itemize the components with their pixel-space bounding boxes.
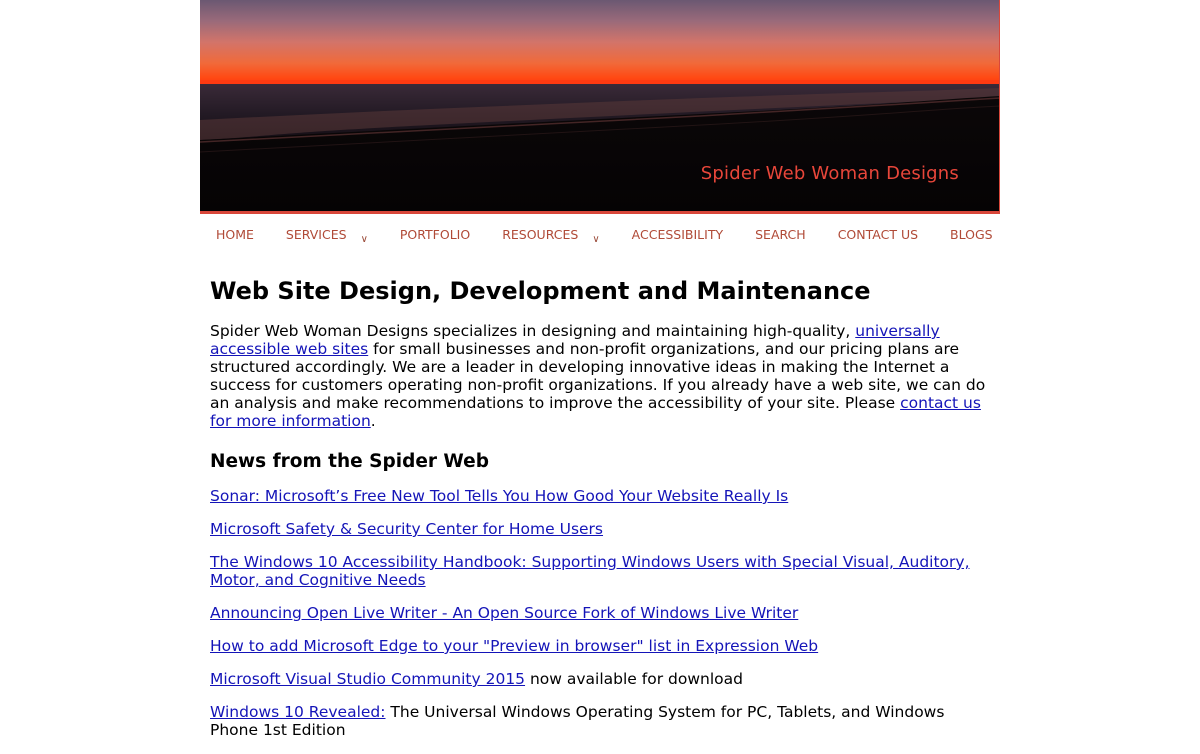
main-content: Web Site Design, Development and Mainten… [200,277,1000,739]
news-item: Microsoft Visual Studio Community 2015 n… [210,670,990,688]
nav-label: RESOURCES [502,227,579,242]
news-link[interactable]: Sonar: Microsoft’s Free New Tool Tells Y… [210,487,788,505]
news-link[interactable]: Microsoft Visual Studio Community 2015 [210,670,525,688]
chevron-down-icon[interactable]: ∨ [592,218,599,262]
nav-item-resources[interactable]: RESOURCES ∨ [486,213,615,257]
news-item: The Windows 10 Accessibility Handbook: S… [210,553,990,589]
nav-label: ACCESSIBILITY [631,227,724,242]
site-title: Spider Web Woman Designs [700,163,959,184]
nav-item-accessibility[interactable]: ACCESSIBILITY [616,213,739,257]
nav-item-portfolio[interactable]: PORTFOLIO [384,213,486,257]
intro-text: Spider Web Woman Designs specializes in … [210,322,856,340]
news-heading: News from the Spider Web [210,451,489,472]
news-text: now available for download [525,670,743,688]
nav-item-blogs[interactable]: BLOGS [934,213,1009,257]
news-item: Windows 10 Revealed: The Universal Windo… [210,703,990,739]
nav-item-search[interactable]: SEARCH [739,213,822,257]
news-link[interactable]: How to add Microsoft Edge to your "Previ… [210,637,818,655]
page-title: Web Site Design, Development and Mainten… [210,277,871,305]
news-item: Microsoft Safety & Security Center for H… [210,520,990,538]
nav-label: SEARCH [755,227,806,242]
chevron-down-icon[interactable]: ∨ [361,218,368,262]
news-link[interactable]: The Windows 10 Accessibility Handbook: S… [210,553,970,589]
header-banner: Spider Web Woman Designs [200,0,1000,211]
nav-label: CONTACT US [837,227,919,242]
nav-label: HOME [216,227,254,242]
intro-text: . [370,412,376,430]
news-item: How to add Microsoft Edge to your "Previ… [210,637,990,655]
nav-item-home[interactable]: HOME [200,211,270,257]
news-item: Announcing Open Live Writer - An Open So… [210,604,990,622]
nav-label: PORTFOLIO [399,227,471,242]
page: Spider Web Woman Designs HOME SERVICES ∨ … [200,0,1000,754]
main-nav: HOME SERVICES ∨ PORTFOLIO RESOURCES ∨ ACCE… [200,211,1000,257]
news-link[interactable]: Windows 10 Revealed: [210,703,386,721]
nav-item-services[interactable]: SERVICES ∨ [270,213,384,257]
news-link[interactable]: Microsoft Safety & Security Center for H… [210,520,603,538]
intro-paragraph: Spider Web Woman Designs specializes in … [210,322,990,430]
nav-item-contact-us[interactable]: CONTACT US [822,213,934,257]
news-item: Sonar: Microsoft’s Free New Tool Tells Y… [210,487,990,505]
news-link[interactable]: Announcing Open Live Writer - An Open So… [210,604,798,622]
nav-label: BLOGS [950,227,993,242]
nav-label: SERVICES [285,227,347,242]
